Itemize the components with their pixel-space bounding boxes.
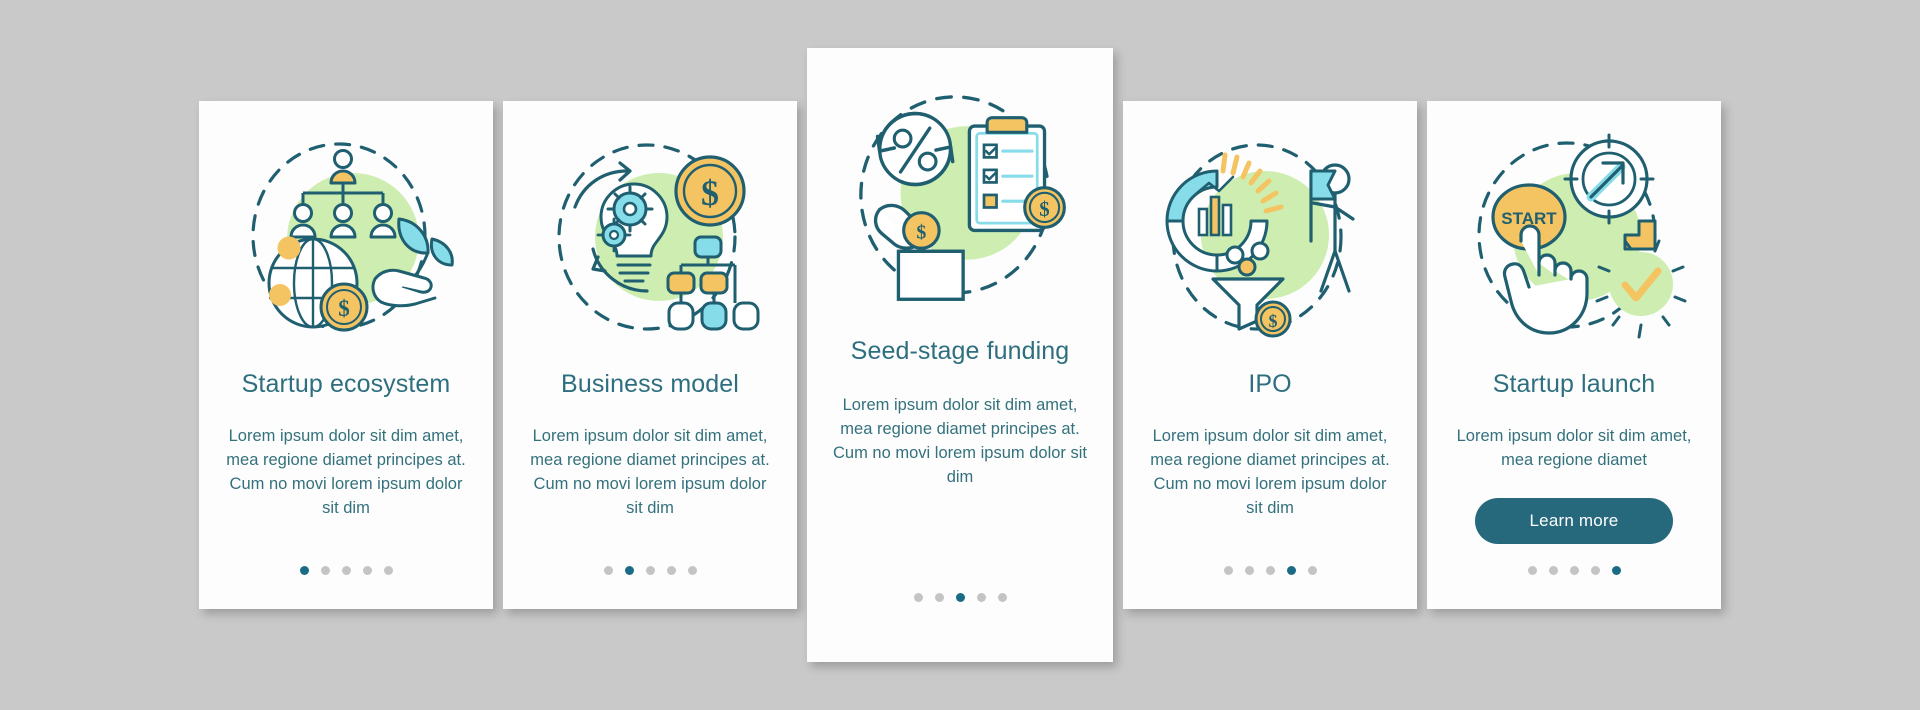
pagination-dot[interactable] bbox=[299, 566, 309, 575]
pagination-dot[interactable] bbox=[687, 566, 697, 575]
svg-text:$: $ bbox=[338, 296, 350, 321]
learn-more-button[interactable]: Learn more bbox=[1475, 498, 1673, 544]
card-title: Startup launch bbox=[1492, 370, 1656, 398]
svg-text:$: $ bbox=[916, 222, 926, 244]
pagination-dot[interactable] bbox=[1527, 566, 1537, 575]
pagination-dot[interactable] bbox=[383, 566, 393, 575]
pagination-dot[interactable] bbox=[603, 566, 613, 575]
pagination-dot[interactable] bbox=[1286, 566, 1296, 575]
pagination-dot[interactable] bbox=[1590, 566, 1600, 575]
pagination-dot[interactable] bbox=[1569, 566, 1579, 575]
business-model-icon: $ bbox=[535, 131, 765, 346]
pagination-dot[interactable] bbox=[362, 566, 372, 575]
onboarding-screens-stage: $ Startup ecosystem Lorem ipsum dolor si… bbox=[0, 0, 1920, 710]
pagination-dot[interactable] bbox=[1265, 566, 1275, 575]
onboarding-card-ipo[interactable]: $ IPO Lorem ipsum dolor sit dim amet, me… bbox=[1123, 101, 1417, 609]
card-body: Lorem ipsum dolor sit dim amet, mea regi… bbox=[226, 427, 466, 517]
onboarding-card-startup-ecosystem[interactable]: $ Startup ecosystem Lorem ipsum dolor si… bbox=[199, 101, 493, 609]
pagination-dot[interactable] bbox=[955, 593, 965, 602]
pagination-dot[interactable] bbox=[1244, 566, 1254, 575]
card-title: Startup ecosystem bbox=[241, 370, 451, 398]
card-body: Lorem ipsum dolor sit dim amet, mea regi… bbox=[1456, 427, 1692, 469]
pagination-dot[interactable] bbox=[624, 566, 634, 575]
onboarding-card-seed-stage-funding[interactable]: $ $ Seed-stage funding Lorem ipsum dolor… bbox=[807, 48, 1113, 662]
card-title: Business model bbox=[561, 370, 739, 398]
svg-text:$: $ bbox=[1039, 197, 1049, 221]
pagination-dots[interactable] bbox=[1123, 566, 1417, 575]
startup-launch-icon: START bbox=[1459, 131, 1689, 346]
pagination-dot[interactable] bbox=[976, 593, 986, 602]
pagination-dot[interactable] bbox=[666, 566, 676, 575]
pagination-dot[interactable] bbox=[1548, 566, 1558, 575]
pagination-dot[interactable] bbox=[320, 566, 330, 575]
pagination-dot[interactable] bbox=[341, 566, 351, 575]
card-body: Lorem ipsum dolor sit dim amet, mea regi… bbox=[833, 396, 1087, 486]
pagination-dot[interactable] bbox=[1307, 566, 1317, 575]
pagination-dots[interactable] bbox=[503, 566, 797, 575]
card-title: IPO bbox=[1248, 370, 1292, 398]
card-title: Seed-stage funding bbox=[850, 337, 1070, 365]
card-body: Lorem ipsum dolor sit dim amet, mea regi… bbox=[1150, 427, 1390, 517]
pagination-dot[interactable] bbox=[934, 593, 944, 602]
card-body: Lorem ipsum dolor sit dim amet, mea regi… bbox=[530, 427, 770, 517]
onboarding-card-business-model[interactable]: $ Business model Lorem ipsum dolor sit d… bbox=[503, 101, 797, 609]
svg-text:$: $ bbox=[701, 173, 719, 213]
seed-stage-funding-icon: $ $ bbox=[840, 84, 1080, 309]
pagination-dot[interactable] bbox=[1223, 566, 1233, 575]
pagination-dots[interactable] bbox=[199, 566, 493, 575]
startup-ecosystem-icon: $ bbox=[231, 131, 461, 346]
pagination-dot[interactable] bbox=[1611, 566, 1621, 575]
pagination-dots[interactable] bbox=[807, 593, 1113, 602]
pagination-dot[interactable] bbox=[913, 593, 923, 602]
pagination-dot[interactable] bbox=[997, 593, 1007, 602]
card-row: $ Startup ecosystem Lorem ipsum dolor si… bbox=[0, 0, 1920, 710]
pagination-dot[interactable] bbox=[645, 566, 655, 575]
svg-text:$: $ bbox=[1269, 311, 1278, 331]
pagination-dots[interactable] bbox=[1427, 566, 1721, 575]
ipo-icon: $ bbox=[1155, 131, 1385, 346]
onboarding-card-startup-launch[interactable]: START Startup launch Lorem ipsum dolor s… bbox=[1427, 101, 1721, 609]
